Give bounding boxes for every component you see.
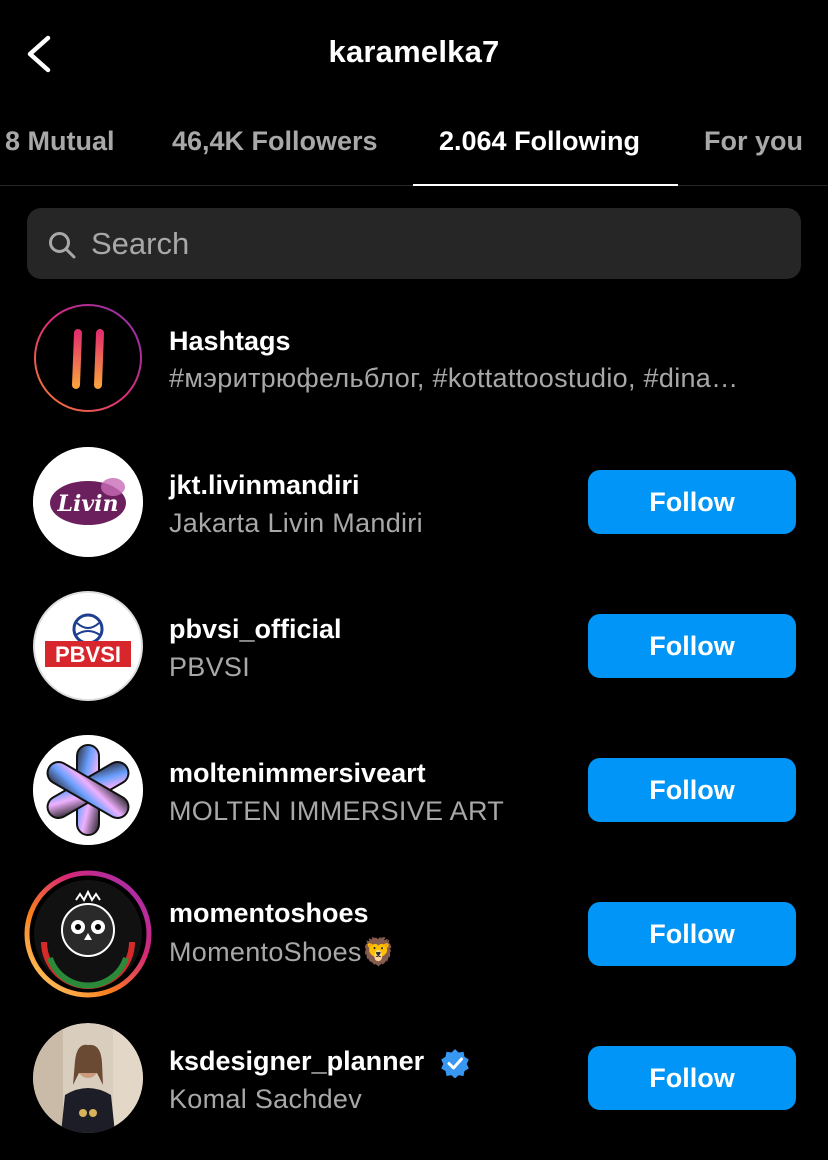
active-tab-indicator bbox=[413, 184, 678, 186]
username[interactable]: ksdesigner_planner bbox=[169, 1046, 424, 1076]
search-bar[interactable] bbox=[27, 208, 801, 279]
display-name: PBVSI bbox=[169, 652, 251, 682]
page-title: karamelka7 bbox=[328, 34, 500, 69]
follow-button[interactable]: Follow bbox=[588, 758, 796, 822]
hashtags-title: Hashtags bbox=[169, 326, 291, 356]
display-name: Komal Sachdev bbox=[169, 1084, 363, 1114]
verified-badge-icon bbox=[440, 1048, 469, 1078]
avatar bbox=[24, 870, 152, 998]
username[interactable]: moltenimmersiveart bbox=[169, 758, 426, 789]
tab-mutual[interactable]: 8 Mutual bbox=[5, 126, 115, 157]
search-input[interactable] bbox=[91, 208, 781, 279]
follow-button[interactable]: Follow bbox=[588, 902, 796, 966]
hashtags-list: #мэритрюфельблог, #kottattoostudio, #din… bbox=[169, 363, 739, 393]
username[interactable]: pbvsi_official bbox=[169, 614, 342, 645]
list-item[interactable]: ksdesigner_planner Komal Sachdev Follow bbox=[0, 1020, 828, 1140]
list-item[interactable]: momentoshoes MomentoShoes🦁 Follow bbox=[0, 866, 828, 998]
avatar: Livin bbox=[33, 447, 143, 557]
tab-for-you[interactable]: For you bbox=[704, 126, 803, 157]
tab-following[interactable]: 2.064 Following bbox=[439, 126, 640, 157]
search-icon bbox=[49, 232, 76, 259]
avatar: PBVSI bbox=[33, 591, 143, 701]
avatar bbox=[33, 1023, 143, 1133]
list-item[interactable]: Livin jkt.livinmandiri Jakarta Livin Man… bbox=[0, 444, 828, 564]
hashtags-row[interactable]: Hashtags #мэритрюфельблог, #kottattoostu… bbox=[0, 300, 828, 420]
avatar bbox=[33, 735, 143, 845]
display-name: Jakarta Livin Mandiri bbox=[169, 508, 423, 538]
tab-followers[interactable]: 46,4K Followers bbox=[172, 126, 378, 157]
tab-bar: 8 Mutual 46,4K Followers 2.064 Following… bbox=[0, 110, 828, 186]
list-item[interactable]: PBVSI pbvsi_official PBVSI Follow bbox=[0, 588, 828, 708]
list-item[interactable]: moltenimmersiveart MOLTEN IMMERSIVE ART … bbox=[0, 732, 828, 852]
top-bar: karamelka7 bbox=[0, 0, 828, 110]
display-name: MomentoShoes🦁 bbox=[169, 937, 396, 967]
svg-text:PBVSI: PBVSI bbox=[55, 642, 121, 667]
follow-button[interactable]: Follow bbox=[588, 614, 796, 678]
follow-button[interactable]: Follow bbox=[588, 470, 796, 534]
username-row[interactable]: ksdesigner_planner bbox=[169, 1046, 470, 1078]
hashtag-avatar bbox=[33, 303, 143, 413]
svg-text:Livin: Livin bbox=[57, 491, 119, 517]
follow-button[interactable]: Follow bbox=[588, 1046, 796, 1110]
username[interactable]: momentoshoes bbox=[169, 898, 369, 929]
username[interactable]: jkt.livinmandiri bbox=[169, 470, 360, 501]
display-name: MOLTEN IMMERSIVE ART bbox=[169, 796, 505, 826]
